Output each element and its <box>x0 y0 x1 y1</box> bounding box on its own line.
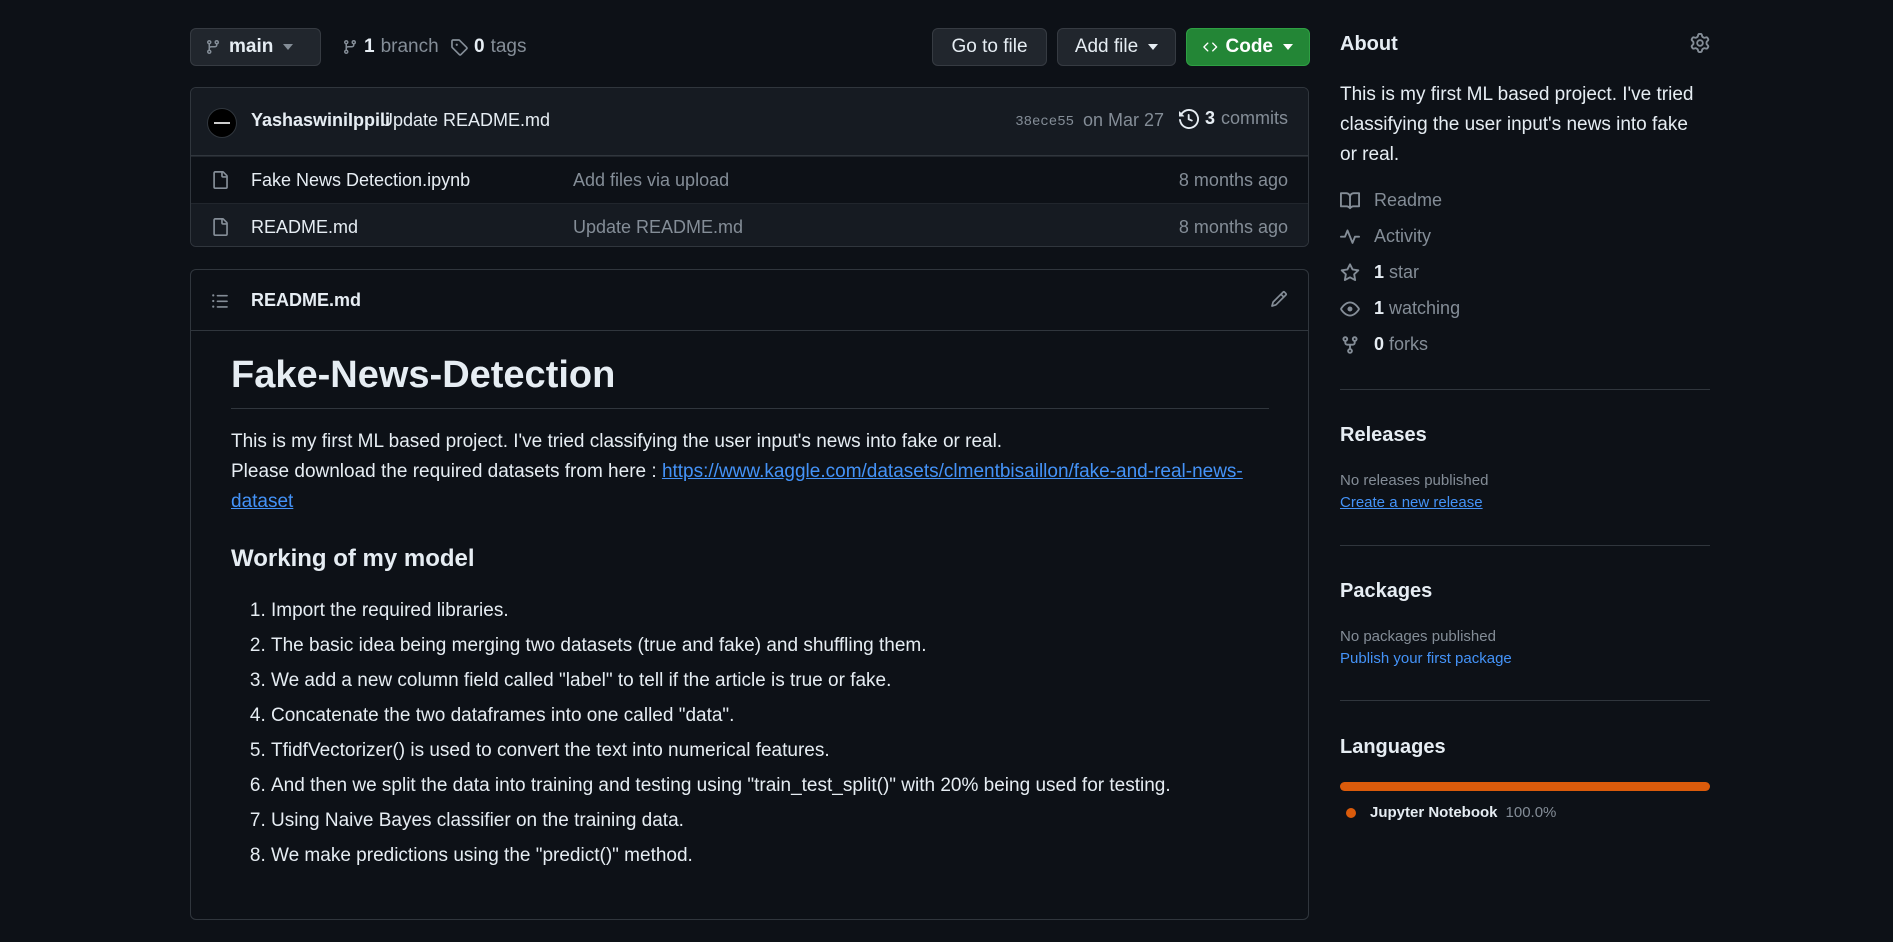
chevron-down-icon <box>1148 44 1159 50</box>
file-row[interactable]: README.md Update README.md 8 months ago <box>191 203 1308 246</box>
add-file-label: Add file <box>1074 36 1139 57</box>
about-description: This is my first ML based project. I've … <box>1340 84 1694 165</box>
steps-list: Import the required libraries. The basic… <box>231 593 1269 873</box>
branches-link[interactable]: 1 branch <box>342 28 439 66</box>
gear-icon[interactable] <box>1690 33 1710 53</box>
commit-date: on Mar 27 <box>1082 110 1164 130</box>
stars-link[interactable]: 1 star <box>1340 262 1419 283</box>
commit-hash[interactable]: 38ece55 <box>1015 114 1074 130</box>
list-item: We add a new column field called "label"… <box>271 663 1269 698</box>
language-color-dot <box>1346 807 1356 818</box>
readme-label: Readme <box>1374 190 1443 210</box>
readme-content: Fake-News-Detection This is my first ML … <box>231 352 1269 873</box>
readme-title: Fake-News-Detection <box>231 352 1269 409</box>
branch-label: branch <box>380 36 439 57</box>
tag-count: 0 <box>474 36 485 57</box>
list-item: TfidfVectorizer() is used to convert the… <box>271 733 1269 768</box>
tags-link[interactable]: 0 tags <box>450 28 527 66</box>
language-name: Jupyter Notebook <box>1370 804 1498 821</box>
file-browser: YashaswiniIppili Update README.md 38ece5… <box>190 87 1309 247</box>
publish-package-link[interactable]: Publish your first package <box>1340 650 1512 667</box>
readme-header: README.md <box>191 270 1308 331</box>
readme-intro: This is my first ML based project. I've … <box>231 427 1269 517</box>
eye-icon <box>1340 301 1360 316</box>
chevron-down-icon <box>1283 44 1293 50</box>
commit-count: 3 <box>1204 108 1215 128</box>
file-date: 8 months ago <box>1178 170 1288 190</box>
list-item: We make predictions using the "predict()… <box>271 838 1269 873</box>
tag-icon <box>451 39 468 56</box>
readme-intro-text: This is my first ML based project. I've … <box>231 431 1003 452</box>
stars-label: star <box>1389 262 1420 282</box>
chevron-down-icon <box>283 44 294 50</box>
add-file-button[interactable]: Add file <box>1057 28 1176 66</box>
git-branch-icon <box>343 40 356 55</box>
list-item: Using Naive Bayes classifier on the trai… <box>271 803 1269 838</box>
latest-commit-bar: YashaswiniIppili Update README.md 38ece5… <box>191 88 1308 156</box>
divider <box>1340 545 1710 546</box>
language-bar <box>1340 782 1710 791</box>
readme-section-title: Working of my model <box>231 545 475 572</box>
file-icon <box>213 218 228 236</box>
file-name[interactable]: Fake News Detection.ipynb <box>251 170 470 191</box>
book-icon <box>1340 191 1360 209</box>
list-item: Concatenate the two dataframes into one … <box>271 698 1269 733</box>
activity-link[interactable]: Activity <box>1340 226 1431 247</box>
forks-count: 0 <box>1374 334 1385 354</box>
go-to-file-button[interactable]: Go to file <box>932 28 1047 66</box>
branch-name: main <box>229 36 274 57</box>
repo-toolbar: main 1 branch 0 tags Go to file Add file… <box>190 28 1310 68</box>
packages-title[interactable]: Packages <box>1340 580 1432 603</box>
create-release-link[interactable]: Create a new release <box>1340 494 1483 511</box>
watchers-link[interactable]: 1 watching <box>1340 298 1460 319</box>
packages-empty: No packages published <box>1340 628 1496 645</box>
commits-link[interactable]: 3 commits <box>1178 108 1288 129</box>
readme-link[interactable]: Readme <box>1340 190 1442 211</box>
file-commit-message[interactable]: Add files via upload <box>573 170 729 191</box>
divider <box>1340 389 1710 390</box>
divider <box>1340 700 1710 701</box>
list-item: And then we split the data into training… <box>271 768 1269 803</box>
code-button[interactable]: Code <box>1186 28 1310 66</box>
go-to-file-label: Go to file <box>951 36 1028 57</box>
code-icon <box>1203 42 1218 52</box>
language-percent: 100.0% <box>1505 804 1557 821</box>
language-item[interactable]: Jupyter Notebook 100.0% <box>1346 804 1556 821</box>
stars-count: 1 <box>1374 262 1385 282</box>
pulse-icon <box>1340 229 1360 244</box>
watching-count: 1 <box>1374 298 1385 318</box>
activity-label: Activity <box>1374 226 1432 246</box>
readme-download-prefix: Please download the required datasets fr… <box>231 461 662 482</box>
forks-label: forks <box>1389 334 1429 354</box>
list-item: The basic idea being merging two dataset… <box>271 628 1269 663</box>
code-label: Code <box>1225 36 1274 57</box>
commit-message[interactable]: Update README.md <box>380 110 550 131</box>
languages-title: Languages <box>1340 736 1446 758</box>
fork-icon <box>1342 335 1358 354</box>
branch-count: 1 <box>364 36 375 57</box>
file-name[interactable]: README.md <box>251 217 358 238</box>
file-row[interactable]: Fake News Detection.ipynb Add files via … <box>191 156 1308 203</box>
releases-empty: No releases published <box>1340 472 1489 489</box>
list-unordered-icon[interactable] <box>211 292 229 310</box>
git-branch-icon <box>206 40 219 55</box>
file-icon <box>213 171 228 189</box>
forks-link[interactable]: 0 forks <box>1340 334 1428 355</box>
about-title: About <box>1340 33 1398 55</box>
branch-select-button[interactable]: main <box>190 28 321 66</box>
commit-count-label: commits <box>1221 108 1288 128</box>
releases-title[interactable]: Releases <box>1340 424 1427 447</box>
history-icon <box>1178 108 1199 129</box>
readme-filename[interactable]: README.md <box>251 290 361 311</box>
pencil-icon[interactable] <box>1270 290 1288 308</box>
watching-label: watching <box>1389 298 1461 318</box>
file-date: 8 months ago <box>1178 217 1288 237</box>
tag-label: tags <box>490 36 527 57</box>
readme-panel: README.md Fake-News-Detection This is my… <box>190 269 1309 920</box>
star-icon <box>1340 262 1360 281</box>
list-item: Import the required libraries. <box>271 593 1269 628</box>
commit-author[interactable]: YashaswiniIppili <box>251 110 390 131</box>
avatar[interactable] <box>207 108 237 138</box>
file-commit-message[interactable]: Update README.md <box>573 217 743 238</box>
